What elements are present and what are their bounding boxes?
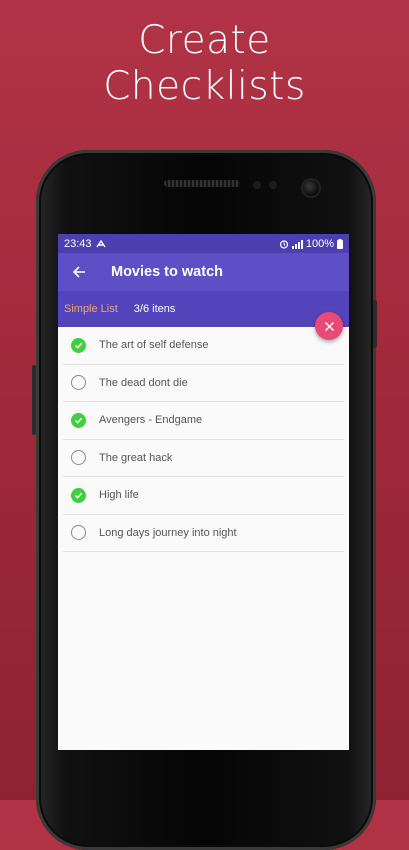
notification-icon xyxy=(95,239,106,249)
empty-circle-icon[interactable] xyxy=(71,525,86,541)
list-item[interactable]: The dead dont die xyxy=(63,365,344,402)
list-item[interactable]: Avengers - Endgame xyxy=(63,402,344,440)
phone-screen: 23:43 100% Movies to watch Simple List 3… xyxy=(58,234,349,750)
list-item-label: Avengers - Endgame xyxy=(99,414,203,427)
status-time: 23:43 xyxy=(64,237,92,250)
status-bar: 23:43 100% xyxy=(58,234,349,253)
list-item[interactable]: The great hack xyxy=(63,440,344,477)
front-camera xyxy=(303,180,319,196)
phone-power-button xyxy=(373,300,377,348)
checklist: The art of self defense The dead dont di… xyxy=(58,327,349,552)
empty-circle-icon[interactable] xyxy=(71,375,86,391)
back-button[interactable] xyxy=(61,253,97,291)
app-bar: Movies to watch xyxy=(58,253,349,291)
check-circle-icon[interactable] xyxy=(71,487,86,503)
arrow-left-icon xyxy=(72,265,86,279)
light-sensor xyxy=(269,181,277,189)
earpiece-speaker xyxy=(164,180,240,187)
headline-line-1: Create xyxy=(138,18,271,63)
signal-icon xyxy=(291,239,303,249)
battery-percentage: 100% xyxy=(305,237,334,250)
list-item-label: High life xyxy=(99,489,139,502)
progress-count: 3/6 itens xyxy=(133,303,176,315)
battery-icon xyxy=(337,238,343,249)
list-item-label: Long days journey into night xyxy=(99,526,237,539)
list-item[interactable]: The art of self defense xyxy=(63,327,344,365)
list-type-label: Simple List xyxy=(64,303,118,315)
check-circle-icon[interactable] xyxy=(71,337,86,353)
alarm-icon xyxy=(279,239,289,249)
empty-circle-icon[interactable] xyxy=(71,450,86,466)
page-title: Movies to watch xyxy=(111,264,223,280)
list-item[interactable]: High life xyxy=(63,477,344,515)
phone-volume-button xyxy=(32,365,36,435)
list-info-bar: Simple List 3/6 itens xyxy=(58,291,349,327)
check-circle-icon[interactable] xyxy=(71,412,86,428)
list-item-label: The great hack xyxy=(99,451,173,464)
status-indicators: 100% xyxy=(279,238,343,250)
promo-headline: Create Checklists xyxy=(0,18,409,110)
list-item-label: The dead dont die xyxy=(99,376,188,389)
list-item-label: The art of self defense xyxy=(99,339,209,352)
list-item[interactable]: Long days journey into night xyxy=(63,515,344,552)
headline-line-2: Checklists xyxy=(103,64,306,109)
proximity-sensor xyxy=(253,181,261,189)
